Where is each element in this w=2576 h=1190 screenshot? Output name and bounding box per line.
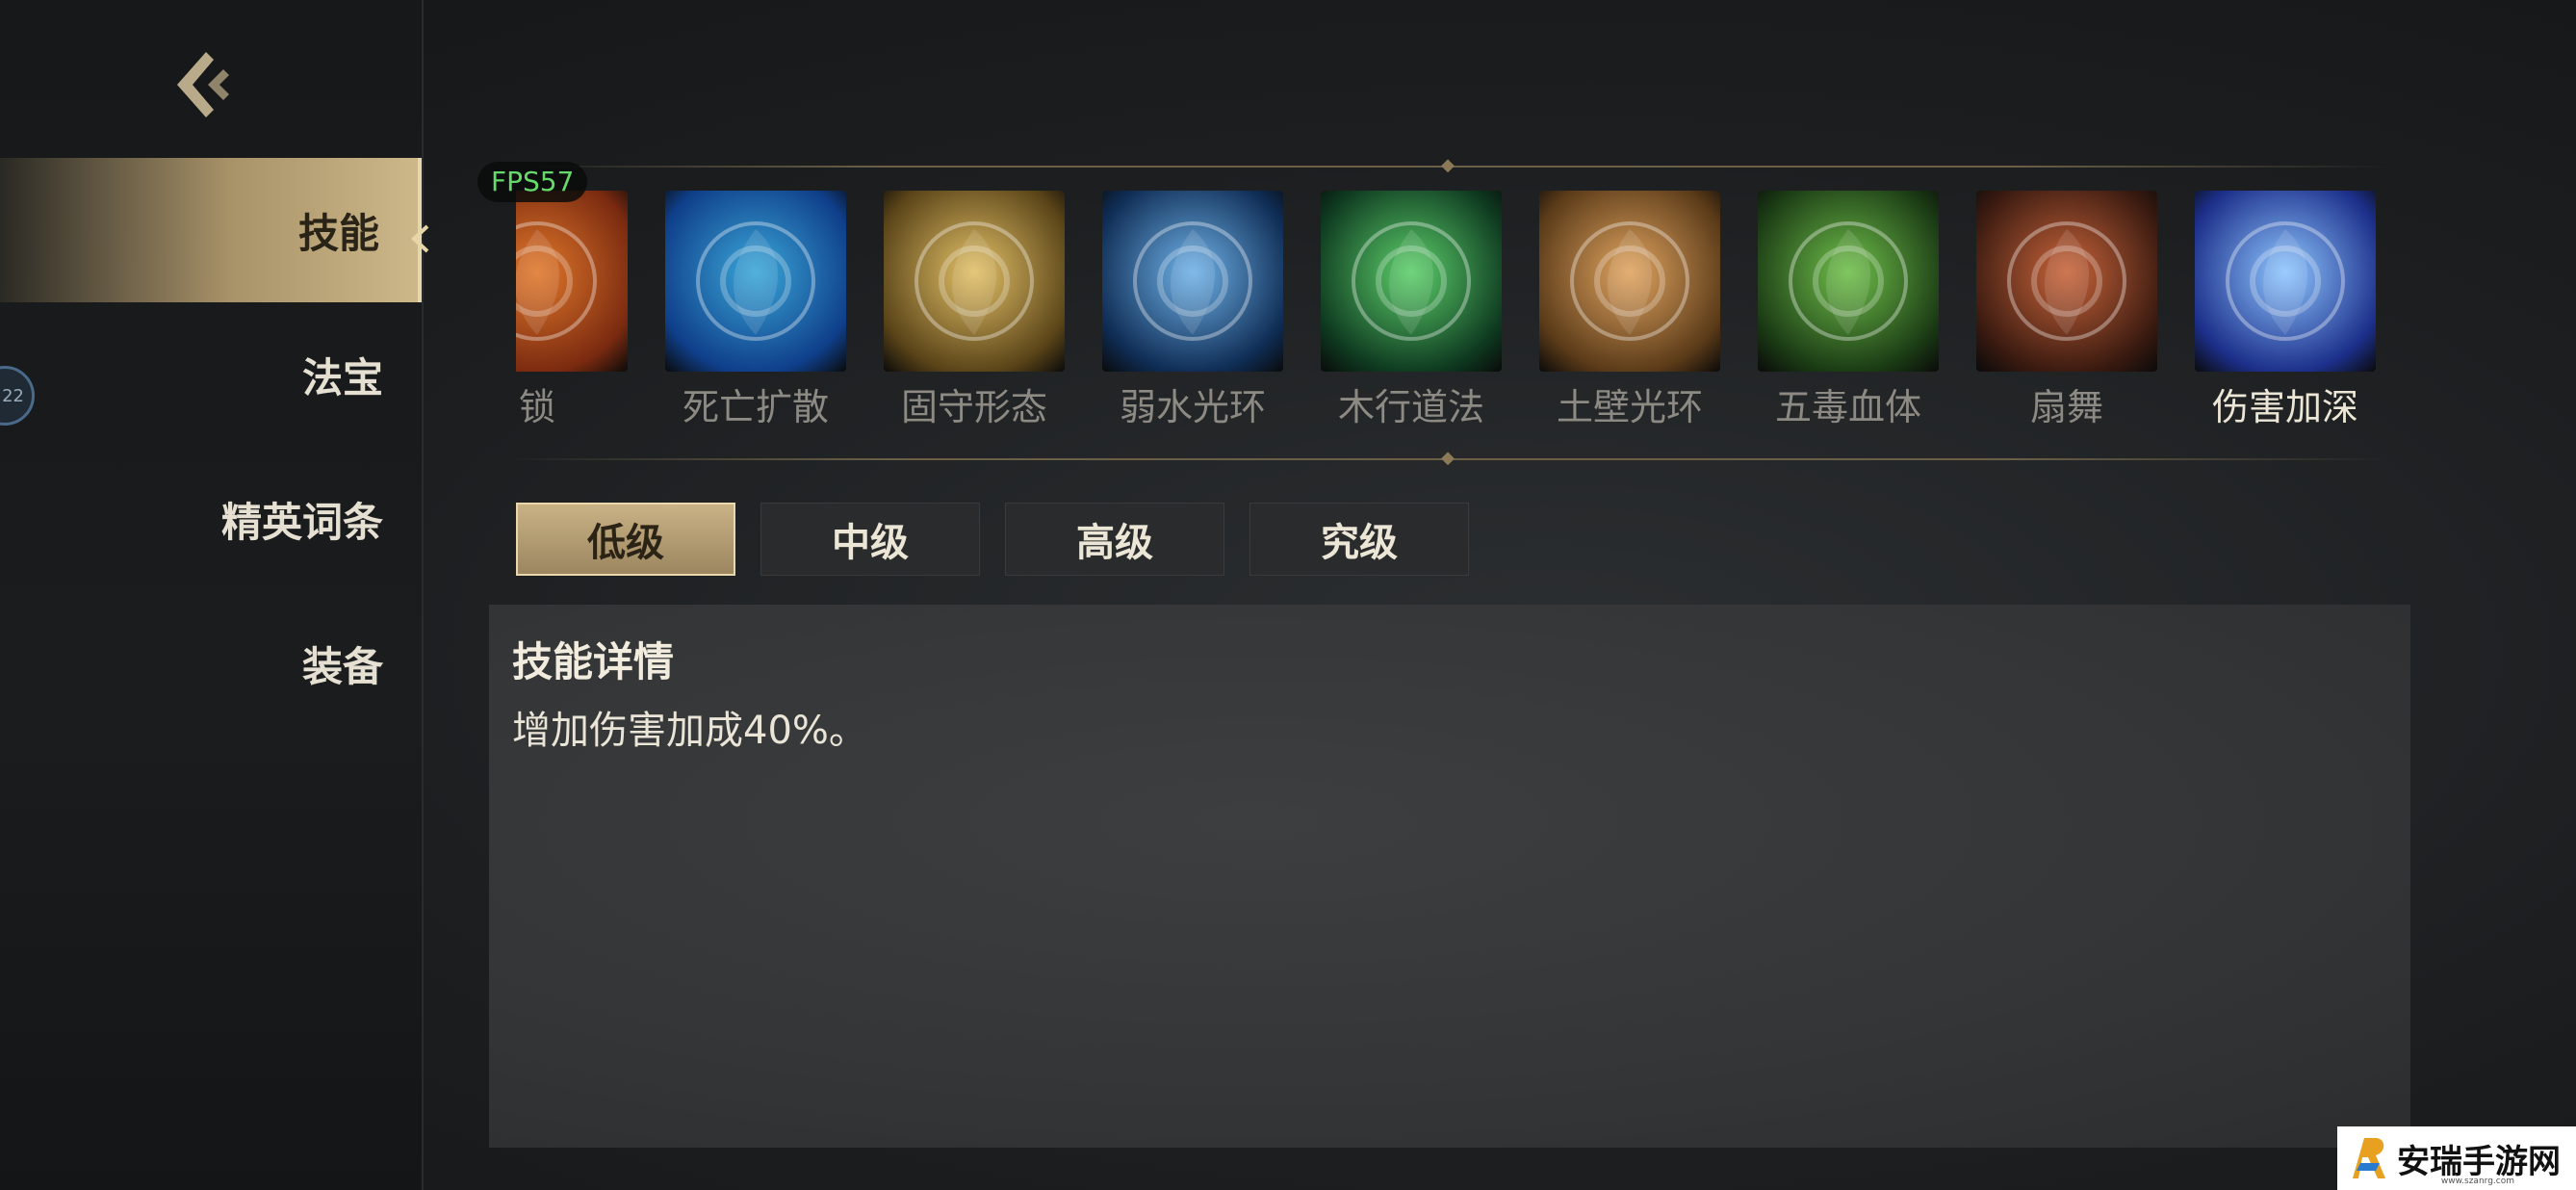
skill-item[interactable]: 弱水光环 — [1102, 191, 1283, 428]
sidebar-item-elite-affixes[interactable]: 精英词条 — [0, 447, 422, 591]
watermark-url: www.szanrg.com — [2440, 1177, 2514, 1186]
skill-name: 五毒血体 — [1774, 386, 1921, 428]
skill-list[interactable]: 锁死亡扩散固守形态弱水光环木行道法土壁光环五毒血体扇舞伤害加深反 — [516, 189, 2383, 429]
fps-counter: FPS57 — [477, 162, 588, 202]
ornament-icon: ◆ — [1441, 448, 1455, 468]
tab-ultimate[interactable]: 究级 — [1249, 503, 1469, 576]
fire-skill-icon — [516, 191, 628, 372]
skill-item[interactable]: 土壁光环 — [1539, 191, 1720, 428]
tab-mid[interactable]: 中级 — [760, 503, 980, 576]
tab-low[interactable]: 低级 — [516, 503, 735, 576]
sidebar-item-label: 法宝 — [301, 353, 383, 401]
skill-item[interactable]: 扇舞 — [1976, 191, 2157, 428]
skill-detail-panel: 技能详情 增加伤害加成40%。 — [489, 605, 2410, 1148]
skill-name: 锁 — [518, 386, 555, 428]
chevron-left-icon — [406, 216, 435, 253]
sidebar: 技能 法宝 精英词条 装备 22 — [0, 0, 433, 1190]
skill-item[interactable]: 固守形态 — [884, 191, 1065, 428]
golden-swirl-icon — [884, 191, 1065, 372]
watermark-logo: 安瑞手游网 www.szanrg.com — [2337, 1126, 2576, 1190]
skill-description: 增加伤害加成40%。 — [512, 709, 867, 753]
skill-item[interactable]: 死亡扩散 — [665, 191, 846, 428]
earth-ring-icon — [1539, 191, 1720, 372]
skill-name: 死亡扩散 — [682, 386, 829, 428]
skill-name: 伤害加深 — [2211, 386, 2358, 428]
blue-orb-icon — [665, 191, 846, 372]
fan-dance-icon — [1976, 191, 2157, 372]
poison-giant-icon — [1758, 191, 1939, 372]
back-icon[interactable] — [164, 46, 241, 123]
skill-name: 土壁光环 — [1556, 386, 1703, 428]
tab-high[interactable]: 高级 — [1005, 503, 1224, 576]
edge-badge-text: 22 — [2, 385, 24, 406]
skill-item[interactable]: 锁 — [516, 191, 628, 428]
sidebar-item-treasure[interactable]: 法宝 — [0, 302, 422, 447]
watermark-r-icon — [2353, 1138, 2385, 1178]
sidebar-item-label: 技能 — [297, 209, 379, 257]
sidebar-item-label: 精英词条 — [220, 498, 383, 546]
sidebar-item-skills[interactable]: 技能 — [0, 158, 433, 302]
skill-name: 扇舞 — [2029, 386, 2103, 428]
blue-monk-icon — [2195, 191, 2376, 372]
green-vortex-icon — [1321, 191, 1502, 372]
ornament-icon: ◆ — [1441, 155, 1455, 175]
panel-title: 技能详情 — [512, 638, 675, 686]
skill-name: 固守形态 — [900, 386, 1047, 428]
sidebar-item-equipment[interactable]: 装备 — [0, 591, 422, 736]
sidebar-item-label: 装备 — [301, 642, 383, 690]
skill-item[interactable]: 伤害加深 — [2195, 191, 2376, 428]
water-ring-icon — [1102, 191, 1283, 372]
skill-item[interactable]: 木行道法 — [1321, 191, 1502, 428]
skill-name: 弱水光环 — [1119, 386, 1266, 428]
skill-name: 木行道法 — [1337, 386, 1484, 428]
watermark-text: 安瑞手游网 — [2397, 1142, 2561, 1181]
skill-item[interactable]: 五毒血体 — [1758, 191, 1939, 428]
